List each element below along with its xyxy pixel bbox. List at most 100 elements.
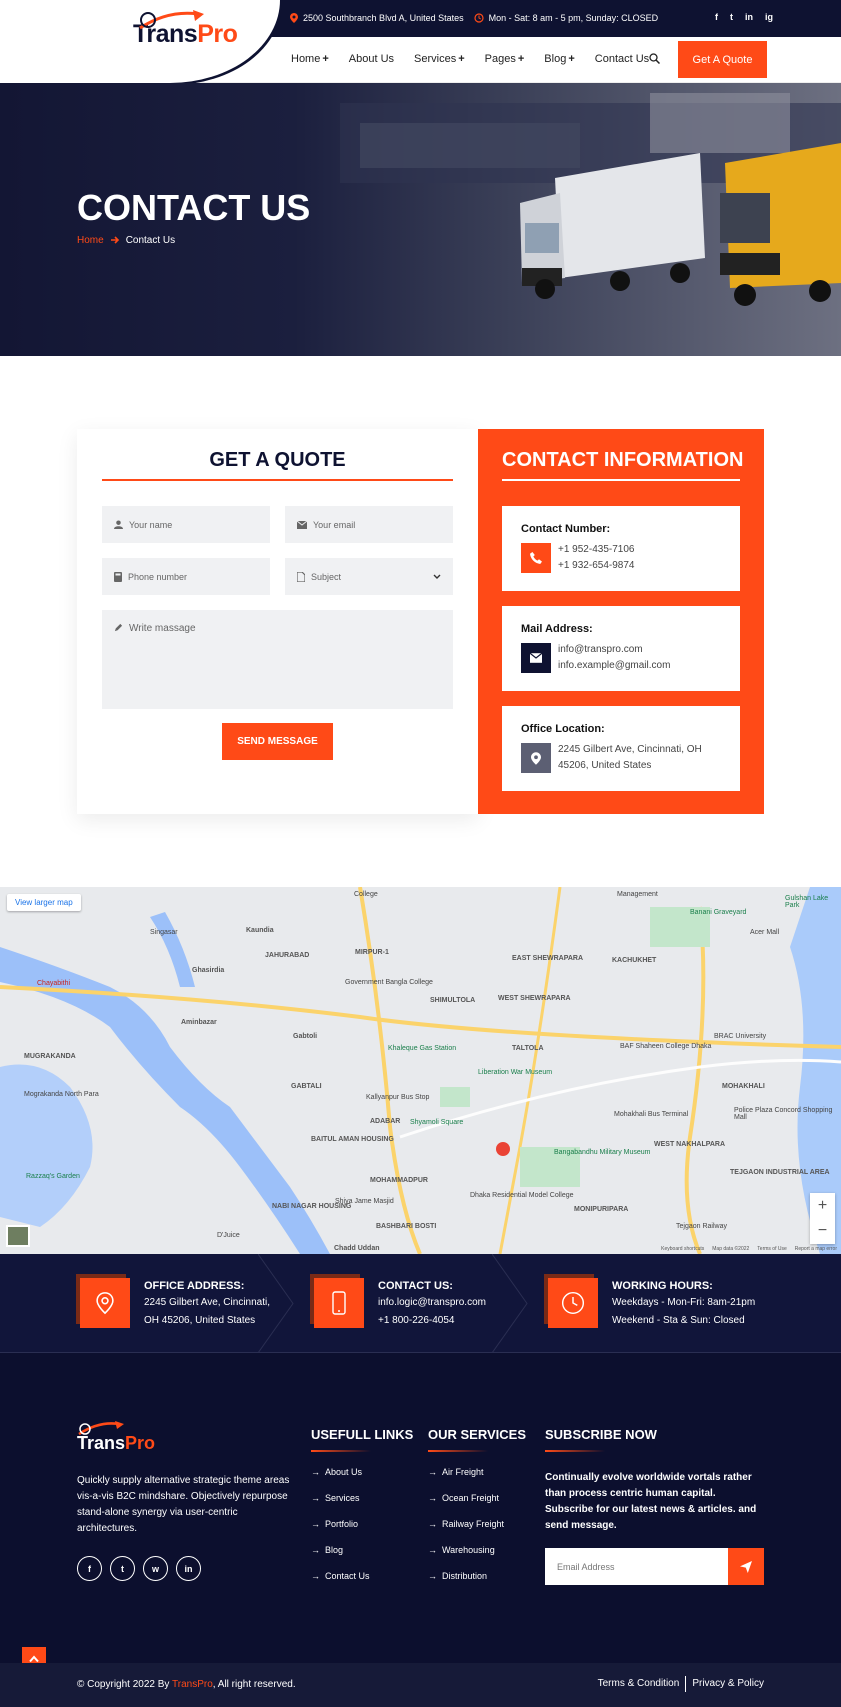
location-icon: [521, 743, 551, 773]
title-divider: [102, 479, 453, 481]
contact-number-label: Contact Number:: [521, 523, 611, 535]
divider: [685, 1676, 687, 1692]
office-address-text: OFFICE ADDRESS: 2245 Gilbert Ave, Cincin…: [144, 1278, 270, 1330]
location-icon: [80, 1278, 130, 1328]
email-input[interactable]: Your email: [285, 506, 453, 543]
menu-label: Blog: [544, 53, 567, 65]
map-label: Shyamoli Square: [410, 1119, 464, 1126]
copyright-prefix: © Copyright 2022 By: [77, 1679, 173, 1690]
subscribe-send-button[interactable]: [728, 1548, 764, 1585]
menu-item-contact[interactable]: Contact Us: [595, 53, 649, 65]
message-textarea[interactable]: Write massage: [102, 610, 453, 709]
map-label: WEST SHEWRAPARA: [498, 995, 571, 1002]
file-icon: [297, 571, 305, 582]
map-label: ADABAR: [370, 1118, 401, 1125]
contact-info-title: CONTACT INFORMATION: [502, 449, 744, 471]
zoom-out-button[interactable]: −: [810, 1218, 835, 1243]
page-hero: CONTACT US Home Contact Us: [0, 83, 841, 356]
envelope-icon: [297, 520, 307, 529]
subject-select[interactable]: Subject: [285, 558, 453, 595]
map-label: Gulshan Lake Park: [785, 895, 829, 909]
map-label: Government Bangla College: [345, 979, 433, 986]
submenu-plus-icon: +: [568, 53, 575, 65]
arrow-right-icon: →: [428, 1467, 437, 1477]
info-title: OFFICE ADDRESS:: [144, 1280, 245, 1292]
map-label: Management: [617, 891, 658, 898]
google-map[interactable]: View larger map Kaundia JAHURABAD MIRPUR…: [0, 887, 841, 1254]
footer-link[interactable]: → Portfolio: [311, 1519, 413, 1545]
site-logo[interactable]: TransPro: [133, 10, 238, 49]
twitter-icon[interactable]: t: [730, 12, 733, 22]
footer-link[interactable]: → Warehousing: [428, 1545, 526, 1571]
link-label: Contact Us: [325, 1571, 370, 1581]
menu-item-services[interactable]: Services +: [414, 53, 465, 65]
name-input[interactable]: Your name: [102, 506, 270, 543]
privacy-link[interactable]: Privacy & Policy: [692, 1678, 764, 1692]
info-line[interactable]: info.logic@transpro.com: [378, 1294, 486, 1312]
breadcrumb-home-link[interactable]: Home: [77, 235, 104, 246]
footer-link[interactable]: → Blog: [311, 1545, 413, 1571]
facebook-icon[interactable]: f: [77, 1556, 102, 1581]
paper-plane-icon: [740, 1560, 752, 1573]
subscribe-email-input[interactable]: Email Address: [545, 1548, 728, 1585]
satellite-toggle[interactable]: [6, 1225, 30, 1247]
map-label: BAITUL AMAN HOUSING: [311, 1136, 394, 1143]
view-larger-map-link[interactable]: View larger map: [7, 894, 81, 911]
footer: TransPro Quickly supply alternative stra…: [0, 1353, 841, 1663]
footer-link[interactable]: → About Us: [311, 1467, 413, 1493]
quote-form-card: GET A QUOTE Your name Your email Phone n…: [77, 429, 478, 814]
footer-link[interactable]: → Distribution: [428, 1571, 526, 1597]
footer-link[interactable]: → Air Freight: [428, 1467, 526, 1493]
linkedin-icon[interactable]: in: [176, 1556, 201, 1581]
map-label: BRAC University: [714, 1033, 767, 1040]
copyright-brand-link[interactable]: TransPro: [172, 1679, 213, 1690]
top-socials: f t in ig: [715, 12, 773, 22]
phone-number-1[interactable]: +1 952-435-7106: [558, 542, 634, 558]
instagram-icon[interactable]: ig: [765, 12, 773, 22]
footer-link[interactable]: → Railway Freight: [428, 1519, 526, 1545]
map-label: Mograkanda North Para: [24, 1091, 99, 1098]
header-phone[interactable]: +18882079275: [28, 65, 96, 74]
map-footer-link[interactable]: Keyboard shortcuts: [661, 1246, 704, 1252]
info-line: Weekend - Sta & Sun: Closed: [612, 1315, 745, 1326]
facebook-icon[interactable]: f: [715, 12, 718, 22]
info-title: WORKING HOURS:: [612, 1280, 713, 1292]
map-label: Chayabithi: [37, 980, 71, 987]
get-quote-button[interactable]: Get A Quote: [678, 41, 767, 78]
map-label: Chadd Uddan: [334, 1245, 380, 1252]
map-label: GABTALI: [291, 1083, 322, 1090]
twitter-icon[interactable]: t: [110, 1556, 135, 1581]
search-icon[interactable]: [649, 53, 660, 64]
whatsapp-icon[interactable]: w: [143, 1556, 168, 1581]
phone-number-2[interactable]: +1 932-654-9874: [558, 558, 634, 574]
email-1[interactable]: info@transpro.com: [558, 642, 670, 658]
subject-placeholder: Subject: [311, 571, 342, 582]
phone-input[interactable]: Phone number: [102, 558, 270, 595]
menu-item-about[interactable]: About Us: [349, 53, 394, 65]
link-label: Air Freight: [442, 1467, 484, 1477]
map-footer-link[interactable]: Report a map error: [795, 1246, 837, 1252]
menu-item-pages[interactable]: Pages +: [485, 53, 525, 65]
footer-link[interactable]: → Contact Us: [311, 1571, 413, 1597]
send-message-button[interactable]: SEND MESSAGE: [222, 723, 333, 760]
page-title: CONTACT US: [77, 187, 311, 228]
link-label: Ocean Freight: [442, 1493, 500, 1503]
logo-arrow-icon: [78, 1421, 124, 1435]
link-label: Railway Freight: [442, 1519, 505, 1529]
menu-item-home[interactable]: Home +: [291, 53, 329, 65]
map-footer-link[interactable]: Terms of Use: [757, 1246, 786, 1252]
title-divider: [502, 479, 740, 481]
menu-item-blog[interactable]: Blog +: [544, 53, 574, 65]
footer-link[interactable]: → Services: [311, 1493, 413, 1519]
main-menu: Home + About Us Services + Pages + Blog + Co…: [291, 53, 649, 65]
map-label: TEJGAON INDUSTRIAL AREA: [730, 1169, 830, 1176]
terms-link[interactable]: Terms & Condition: [598, 1678, 680, 1692]
footer-logo[interactable]: TransPro: [77, 1421, 156, 1454]
zoom-in-button[interactable]: +: [810, 1193, 835, 1218]
logo-text-pro: Pro: [125, 1433, 156, 1453]
linkedin-icon[interactable]: in: [745, 12, 753, 22]
info-line[interactable]: +1 800-226-4054: [378, 1312, 486, 1330]
footer-link[interactable]: → Ocean Freight: [428, 1493, 526, 1519]
working-hours-text: WORKING HOURS: Weekdays - Mon-Fri: 8am-2…: [612, 1278, 755, 1330]
email-2[interactable]: info.example@gmail.com: [558, 658, 670, 674]
